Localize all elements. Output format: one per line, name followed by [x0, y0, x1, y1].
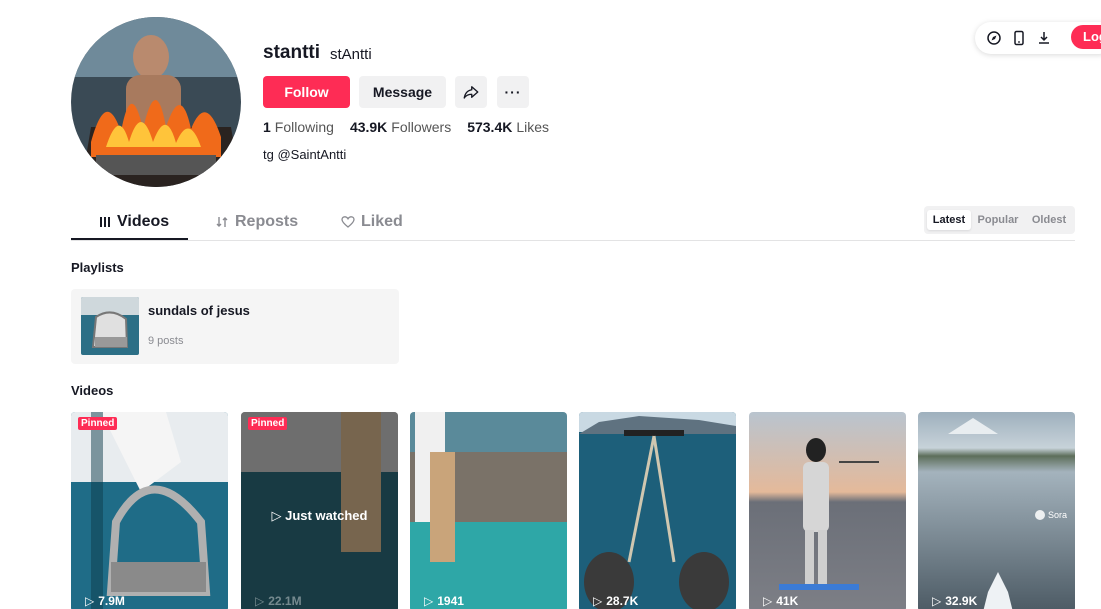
playlist-card[interactable]: sundals of jesus 9 posts	[71, 289, 399, 364]
message-button[interactable]: Message	[359, 76, 446, 108]
video-thumbnail	[71, 412, 228, 609]
compass-icon[interactable]	[986, 30, 1002, 46]
pinned-badge: Pinned	[78, 417, 118, 430]
play-icon: ▷	[932, 594, 942, 608]
play-icon: ▷	[763, 594, 773, 608]
heart-icon	[341, 216, 355, 228]
view-count-value: 22.1M	[268, 594, 302, 608]
stat-label: Following	[274, 119, 334, 135]
tab-label: Reposts	[235, 213, 299, 230]
play-icon: ▷	[593, 594, 603, 608]
sora-badge: Sora	[1034, 510, 1067, 520]
playlist-thumbnail	[81, 297, 139, 355]
view-count: ▷ 28.7K	[593, 594, 638, 608]
view-count: ▷ 22.1M	[255, 594, 302, 608]
share-icon	[463, 86, 479, 99]
stat-label: Followers	[391, 119, 452, 135]
view-count: ▷ 7.9M	[85, 594, 125, 608]
video-card[interactable]: Sora ▷ 32.9K	[918, 412, 1075, 609]
stat-value: 43.9K	[349, 119, 388, 135]
profile-nickname: stAntti	[330, 46, 372, 63]
just-watched-label: ▷ Just watched	[271, 508, 368, 523]
videos-heading: Videos	[71, 383, 114, 398]
stat-value: 1	[263, 119, 271, 135]
play-icon: ▷	[255, 594, 265, 608]
view-count-value: 1941	[437, 594, 464, 608]
tab-label: Liked	[361, 213, 403, 230]
profile-stats: 1 Following 43.9K Followers 573.4K Likes	[263, 119, 549, 135]
download-icon[interactable]	[1036, 30, 1052, 46]
sora-label: Sora	[1047, 510, 1067, 520]
sort-popular[interactable]: Popular	[974, 210, 1022, 230]
view-count-value: 28.7K	[606, 594, 639, 608]
stat-value: 573.4K	[467, 119, 513, 135]
playlists-heading: Playlists	[71, 260, 124, 275]
stat-followers[interactable]: 43.9K Followers	[350, 119, 451, 135]
avatar-image	[71, 17, 241, 187]
video-thumbnail	[410, 412, 567, 609]
profile-avatar[interactable]	[71, 17, 241, 187]
tab-reposts[interactable]: Reposts	[215, 213, 298, 231]
tab-liked[interactable]: Liked	[341, 213, 403, 231]
just-watched-text: Just watched	[285, 508, 368, 523]
tab-videos[interactable]: Videos	[99, 213, 169, 231]
video-card[interactable]: Pinned ▷ 7.9M	[71, 412, 228, 609]
video-card[interactable]: Pinned ▷ Just watched ▷ 22.1M	[241, 412, 398, 609]
view-count-value: 41K	[776, 594, 799, 608]
pinned-badge: Pinned	[248, 417, 288, 430]
sora-icon	[1034, 510, 1045, 520]
play-icon: ▷	[85, 594, 95, 608]
video-card[interactable]: ▷ 28.7K	[579, 412, 736, 609]
view-count: ▷ 41K	[763, 594, 798, 608]
phone-icon[interactable]	[1011, 30, 1027, 46]
follow-button[interactable]: Follow	[263, 76, 350, 108]
profile-username: stantti	[263, 42, 320, 63]
stat-label: Likes	[516, 119, 550, 135]
sort-latest[interactable]: Latest	[927, 210, 971, 230]
view-count: ▷ 32.9K	[932, 594, 977, 608]
tab-label: Videos	[117, 213, 170, 230]
tab-active-indicator	[71, 238, 188, 240]
more-button[interactable]: ···	[497, 76, 529, 108]
grid-icon	[100, 217, 110, 227]
stat-likes: 573.4K Likes	[467, 119, 549, 135]
video-thumbnail	[579, 412, 736, 609]
stat-following[interactable]: 1 Following	[263, 119, 334, 135]
playlist-name: sundals of jesus	[148, 303, 250, 318]
sort-toggle: Latest Popular Oldest	[924, 206, 1075, 234]
playlist-count: 9 posts	[148, 335, 184, 347]
sort-oldest[interactable]: Oldest	[1026, 210, 1072, 230]
video-card[interactable]: ▷ 41K	[749, 412, 906, 609]
view-count: ▷ 1941	[424, 594, 464, 608]
share-button[interactable]	[455, 76, 487, 108]
login-button[interactable]: Log	[1071, 25, 1101, 49]
video-card[interactable]: ▷ 1941	[410, 412, 567, 609]
video-thumbnail	[749, 412, 906, 609]
view-count-value: 7.9M	[98, 594, 125, 608]
repost-icon	[216, 217, 228, 227]
play-icon: ▷	[424, 594, 434, 608]
view-count-value: 32.9K	[945, 594, 978, 608]
profile-bio: tg @SaintAntti	[263, 147, 347, 162]
